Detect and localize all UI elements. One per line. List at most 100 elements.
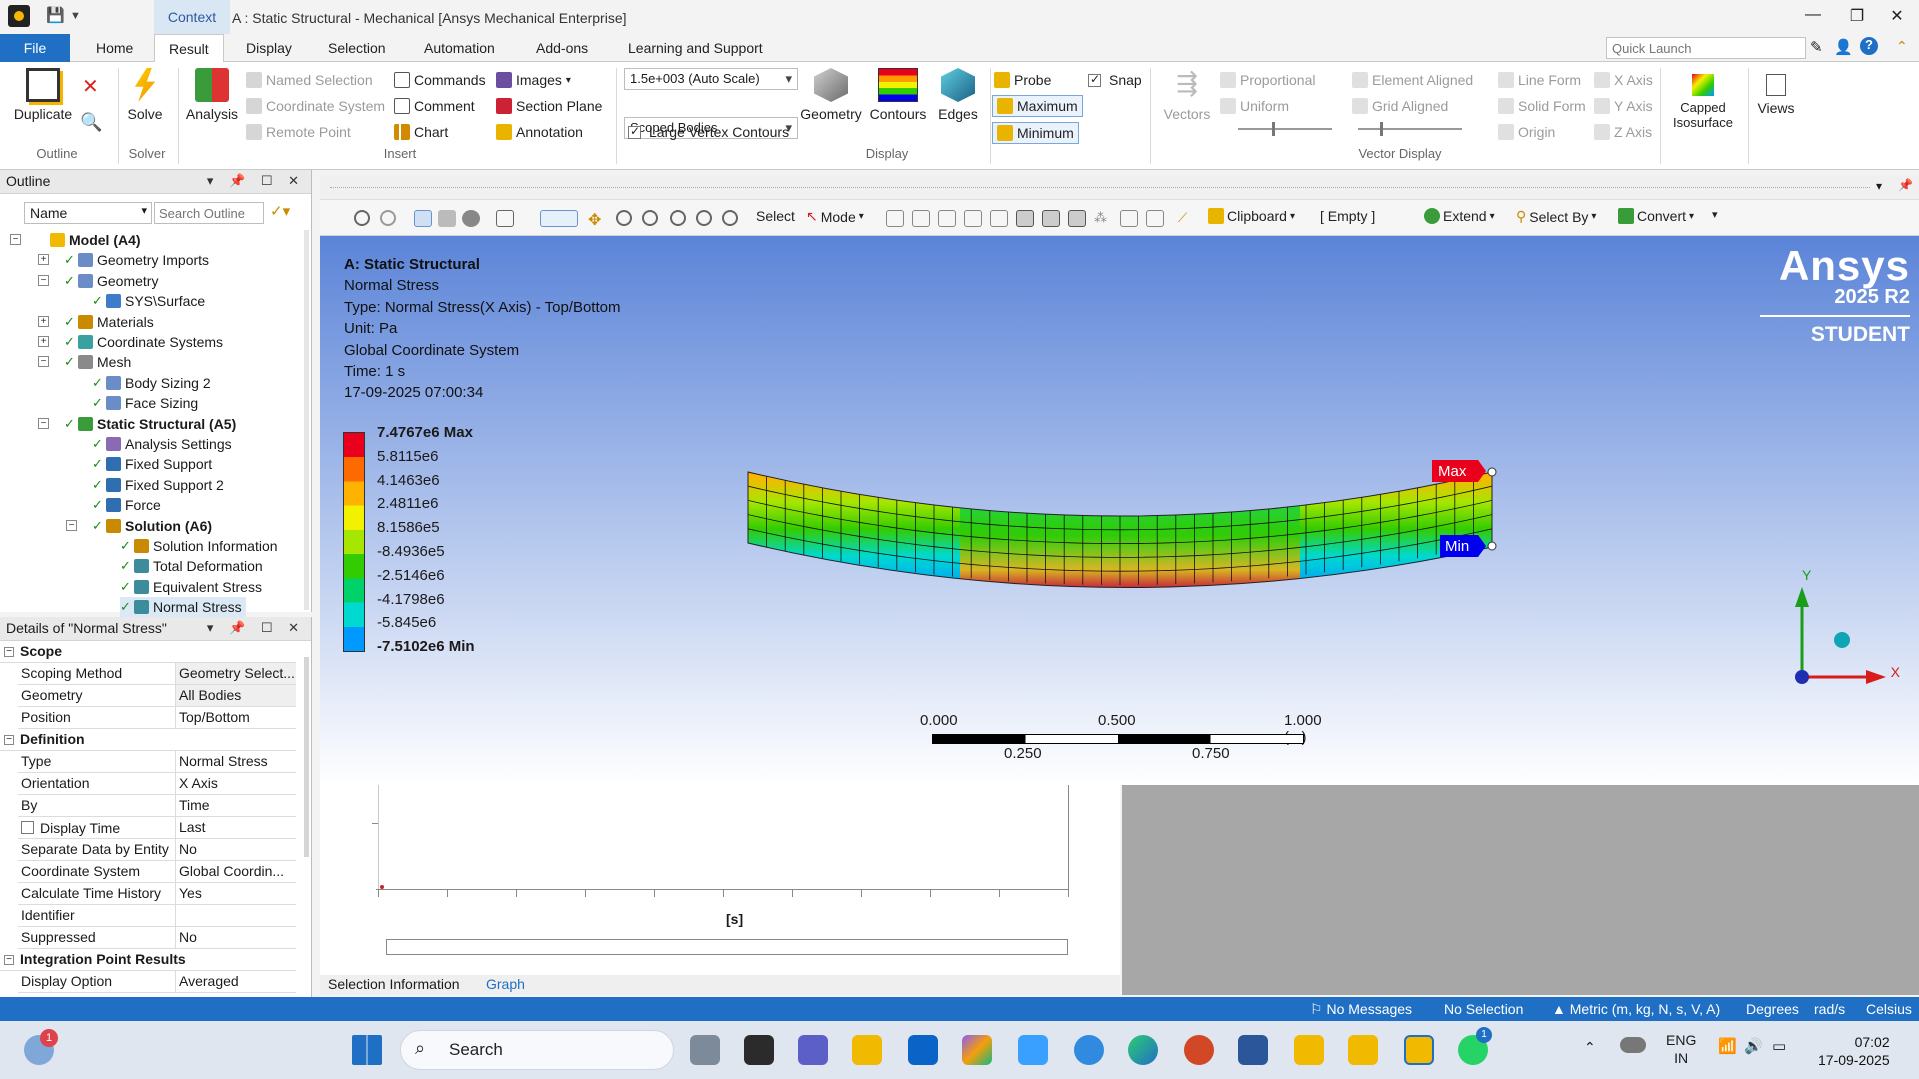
feedback-icon[interactable]: ✎ [1810, 38, 1823, 56]
grid-aligned-button[interactable]: Grid Aligned [1352, 98, 1448, 114]
y-axis-button[interactable]: Y Axis [1594, 98, 1653, 114]
tab-automation[interactable]: Automation [410, 34, 509, 62]
help-app-icon[interactable] [1074, 1035, 1104, 1065]
toolbar-overflow-icon[interactable]: ▾ [1712, 208, 1718, 221]
graph-time-scrubber[interactable] [386, 939, 1068, 955]
powerpoint-icon[interactable] [1184, 1035, 1214, 1065]
solve-button[interactable]: Solve [122, 68, 168, 122]
section-plane-button[interactable]: Section Plane [496, 98, 602, 114]
panel-controls[interactable]: ▾ 📌 ☐ ✕ [207, 173, 305, 189]
details-scrollbar[interactable] [304, 657, 309, 857]
task-view-icon[interactable] [690, 1035, 720, 1065]
commands-button[interactable]: Commands [394, 72, 486, 88]
beam-model[interactable]: Max Min [740, 455, 1520, 590]
outline-tree-item[interactable]: ✓ Normal Stress [120, 597, 246, 618]
geometry-button[interactable]: Geometry [800, 68, 862, 122]
zoom-window-icon[interactable] [642, 210, 658, 226]
named-selection-button[interactable]: Named Selection [246, 72, 373, 88]
extend-dropdown[interactable]: Extend ▾ [1424, 208, 1495, 224]
messages-status[interactable]: ⚐ No Messages [1310, 1001, 1412, 1018]
details-row-geometry[interactable]: Geometry All Bodies [18, 685, 296, 707]
tree-expander[interactable]: − [10, 234, 21, 245]
node-select-icon[interactable] [990, 210, 1008, 227]
tree-expander[interactable]: + [38, 254, 49, 266]
vector-length-slider[interactable] [1238, 122, 1332, 136]
edge-icon[interactable] [1128, 1035, 1158, 1065]
volume-icon[interactable]: 🔊 [1744, 1037, 1763, 1055]
details-section-scope[interactable]: − Scope [0, 641, 296, 663]
label-icon[interactable] [1120, 210, 1138, 227]
outline-tree-item[interactable]: ✓ Total Deformation [120, 556, 263, 576]
previous-view-icon[interactable] [722, 210, 738, 226]
tree-expander[interactable]: + [38, 336, 49, 347]
vector-density-slider[interactable] [1358, 122, 1462, 136]
outline-scrollbar[interactable] [304, 230, 309, 610]
tab-result[interactable]: Result [154, 34, 224, 63]
terminal-icon[interactable] [744, 1035, 774, 1065]
select-by-dropdown[interactable]: ⚲ Select By ▾ [1516, 208, 1596, 225]
outline-tree-item[interactable]: ✓ Mesh [64, 352, 131, 372]
find-icon[interactable]: 🔍 [80, 112, 102, 133]
details-row-display-time[interactable]: Display Time Last [18, 817, 296, 839]
angle-unit-status[interactable]: Degrees [1746, 1001, 1799, 1017]
remote-point-button[interactable]: Remote Point [246, 124, 351, 140]
annotation-button[interactable]: Annotation [496, 124, 583, 140]
temperature-unit-status[interactable]: Celsius [1866, 1001, 1912, 1017]
tab-selection-information[interactable]: Selection Information [328, 976, 460, 992]
copilot-icon[interactable] [962, 1035, 992, 1065]
duplicate-button[interactable]: Duplicate [10, 68, 76, 122]
minimize-button[interactable]: — [1793, 6, 1833, 24]
outline-tree-item[interactable]: ✓ Solution (A6) [92, 516, 212, 536]
edges-button[interactable]: Edges [934, 68, 982, 122]
mesh-select-icon[interactable] [1068, 210, 1086, 227]
slider-handle[interactable] [1272, 122, 1275, 136]
battery-icon[interactable]: ▭ [1772, 1037, 1786, 1055]
help-icon[interactable]: ? [1860, 37, 1878, 55]
tab-display[interactable]: Display [232, 34, 306, 62]
tab-home[interactable]: Home [82, 34, 147, 62]
outline-tree-item[interactable]: Model (A4) [36, 230, 141, 250]
snap-checkbox[interactable]: Snap [1088, 72, 1142, 88]
uniform-button[interactable]: Uniform [1220, 98, 1289, 114]
spaceclaim-icon[interactable] [1348, 1035, 1378, 1065]
outline-tree-item[interactable]: ✓ Solution Information [120, 536, 278, 556]
element-select-icon[interactable] [1042, 210, 1060, 227]
probe-button[interactable]: Probe [994, 72, 1051, 88]
outline-tree-item[interactable]: ✓ Materials [64, 312, 154, 332]
outline-tree-item[interactable]: ✓ Body Sizing 2 [92, 373, 211, 393]
zoom-out-icon[interactable] [380, 210, 396, 226]
mode-dropdown[interactable]: ↖ Mode ▾ [806, 208, 864, 225]
coordinate-triad[interactable]: Y X [1780, 565, 1900, 685]
outline-tree-item[interactable]: ✓ Coordinate Systems [64, 332, 223, 352]
outline-tree-item[interactable]: ✓ Analysis Settings [92, 434, 232, 454]
proportional-button[interactable]: Proportional [1220, 72, 1316, 88]
close-button[interactable]: ✕ [1877, 6, 1917, 26]
pan-icon[interactable]: ✥ [588, 210, 606, 229]
pin-icon[interactable]: 📌 [1898, 178, 1913, 192]
isometric-view-icon[interactable] [414, 210, 432, 227]
user-icon[interactable]: 👤 [1834, 38, 1853, 56]
slider-handle[interactable] [1380, 122, 1383, 136]
edge-select-icon[interactable] [912, 210, 930, 227]
save-icon[interactable]: 💾 [46, 6, 65, 24]
details-row-type[interactable]: Type Normal Stress [18, 751, 296, 773]
onedrive-icon[interactable] [1620, 1037, 1646, 1053]
chevron-up-icon[interactable]: ⌃ [1584, 1039, 1596, 1056]
collapse-icon[interactable]: − [4, 955, 14, 965]
vectors-button[interactable]: ⇶ Vectors [1154, 68, 1220, 122]
details-row-coordinate-system[interactable]: Coordinate System Global Coordin... [18, 861, 296, 883]
comment-button[interactable]: Comment [394, 98, 475, 114]
details-row-separate-data[interactable]: Separate Data by Entity No [18, 839, 296, 861]
zoom-icon[interactable] [616, 210, 632, 226]
capped-isosurface-button[interactable]: Capped Isosurface [1662, 68, 1744, 130]
tab-graph[interactable]: Graph [486, 976, 525, 992]
solid-form-button[interactable]: Solid Form [1498, 98, 1586, 114]
element-face-select-icon[interactable] [1016, 210, 1034, 227]
wireframe-icon[interactable] [462, 210, 480, 227]
views-button[interactable]: Views [1752, 68, 1800, 116]
select-button[interactable]: Select [756, 208, 795, 224]
outline-tree-item[interactable]: ✓ Face Sizing [92, 393, 198, 413]
chart-button[interactable]: Chart [394, 124, 448, 140]
context-tab[interactable]: Context [154, 0, 230, 34]
input-language[interactable]: ENG IN [1666, 1031, 1696, 1067]
